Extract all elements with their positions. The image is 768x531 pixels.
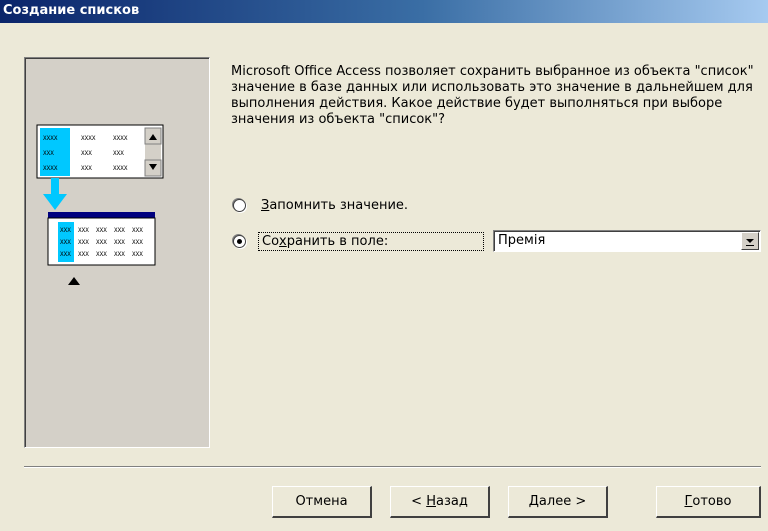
option-store-in-field[interactable]: Сохранить в поле: bbox=[233, 231, 484, 251]
svg-text:XXX: XXX bbox=[113, 150, 124, 157]
listbox-illustration: XXXX XXX XXXX XXXX XXX XXX XXXX XXX XXXX… bbox=[36, 124, 164, 285]
svg-text:XXX: XXX bbox=[60, 239, 71, 246]
illustration-cell-text: XXXX bbox=[43, 135, 58, 142]
svg-text:XXX: XXX bbox=[132, 251, 143, 258]
window-title: Создание списков bbox=[3, 3, 140, 18]
svg-text:XXX: XXX bbox=[81, 150, 92, 157]
divider bbox=[24, 466, 761, 468]
finish-button[interactable]: Готово bbox=[656, 486, 761, 518]
title-bar: Создание списков bbox=[0, 0, 768, 23]
option-store-label: Сохранить в поле: bbox=[258, 231, 484, 251]
svg-text:XXX: XXX bbox=[96, 239, 107, 246]
svg-text:XXX: XXX bbox=[60, 251, 71, 258]
back-button[interactable]: < Назад bbox=[390, 486, 490, 518]
svg-text:XXXX: XXXX bbox=[81, 135, 96, 142]
svg-text:XXX: XXX bbox=[43, 150, 54, 157]
svg-text:XXX: XXX bbox=[78, 239, 89, 246]
option-remember-value[interactable]: Запомнить значение. bbox=[233, 195, 411, 215]
svg-text:XXX: XXX bbox=[132, 239, 143, 246]
svg-text:XXX: XXX bbox=[78, 227, 89, 234]
next-button[interactable]: Далее > bbox=[508, 486, 608, 518]
chevron-down-icon bbox=[746, 239, 754, 246]
svg-text:XXXX: XXXX bbox=[113, 165, 128, 172]
radio-selected-dot bbox=[237, 238, 242, 244]
svg-text:XXX: XXX bbox=[114, 239, 125, 246]
svg-text:XXX: XXX bbox=[132, 227, 143, 234]
svg-text:XXX: XXX bbox=[81, 165, 92, 172]
svg-text:XXX: XXX bbox=[96, 251, 107, 258]
illustration-panel: XXXX XXX XXXX XXXX XXX XXX XXXX XXX XXXX… bbox=[24, 57, 210, 448]
svg-text:XXX: XXX bbox=[96, 227, 107, 234]
wizard-description: Microsoft Office Access позволяет сохран… bbox=[231, 64, 754, 127]
svg-text:XXXX: XXXX bbox=[43, 165, 58, 172]
svg-text:XXX: XXX bbox=[60, 227, 71, 234]
radio-remember[interactable] bbox=[233, 198, 246, 212]
svg-text:XXX: XXX bbox=[78, 251, 89, 258]
svg-text:XXX: XXX bbox=[114, 251, 125, 258]
field-select-value: Премія bbox=[498, 233, 546, 248]
field-select[interactable]: Премія bbox=[493, 230, 761, 252]
cancel-button[interactable]: Отмена bbox=[272, 486, 372, 518]
option-remember-label: Запомнить значение. bbox=[261, 197, 409, 213]
svg-text:XXXX: XXXX bbox=[113, 135, 128, 142]
field-select-dropdown-button[interactable] bbox=[741, 232, 759, 250]
radio-store[interactable] bbox=[233, 234, 246, 248]
svg-text:XXX: XXX bbox=[114, 227, 125, 234]
